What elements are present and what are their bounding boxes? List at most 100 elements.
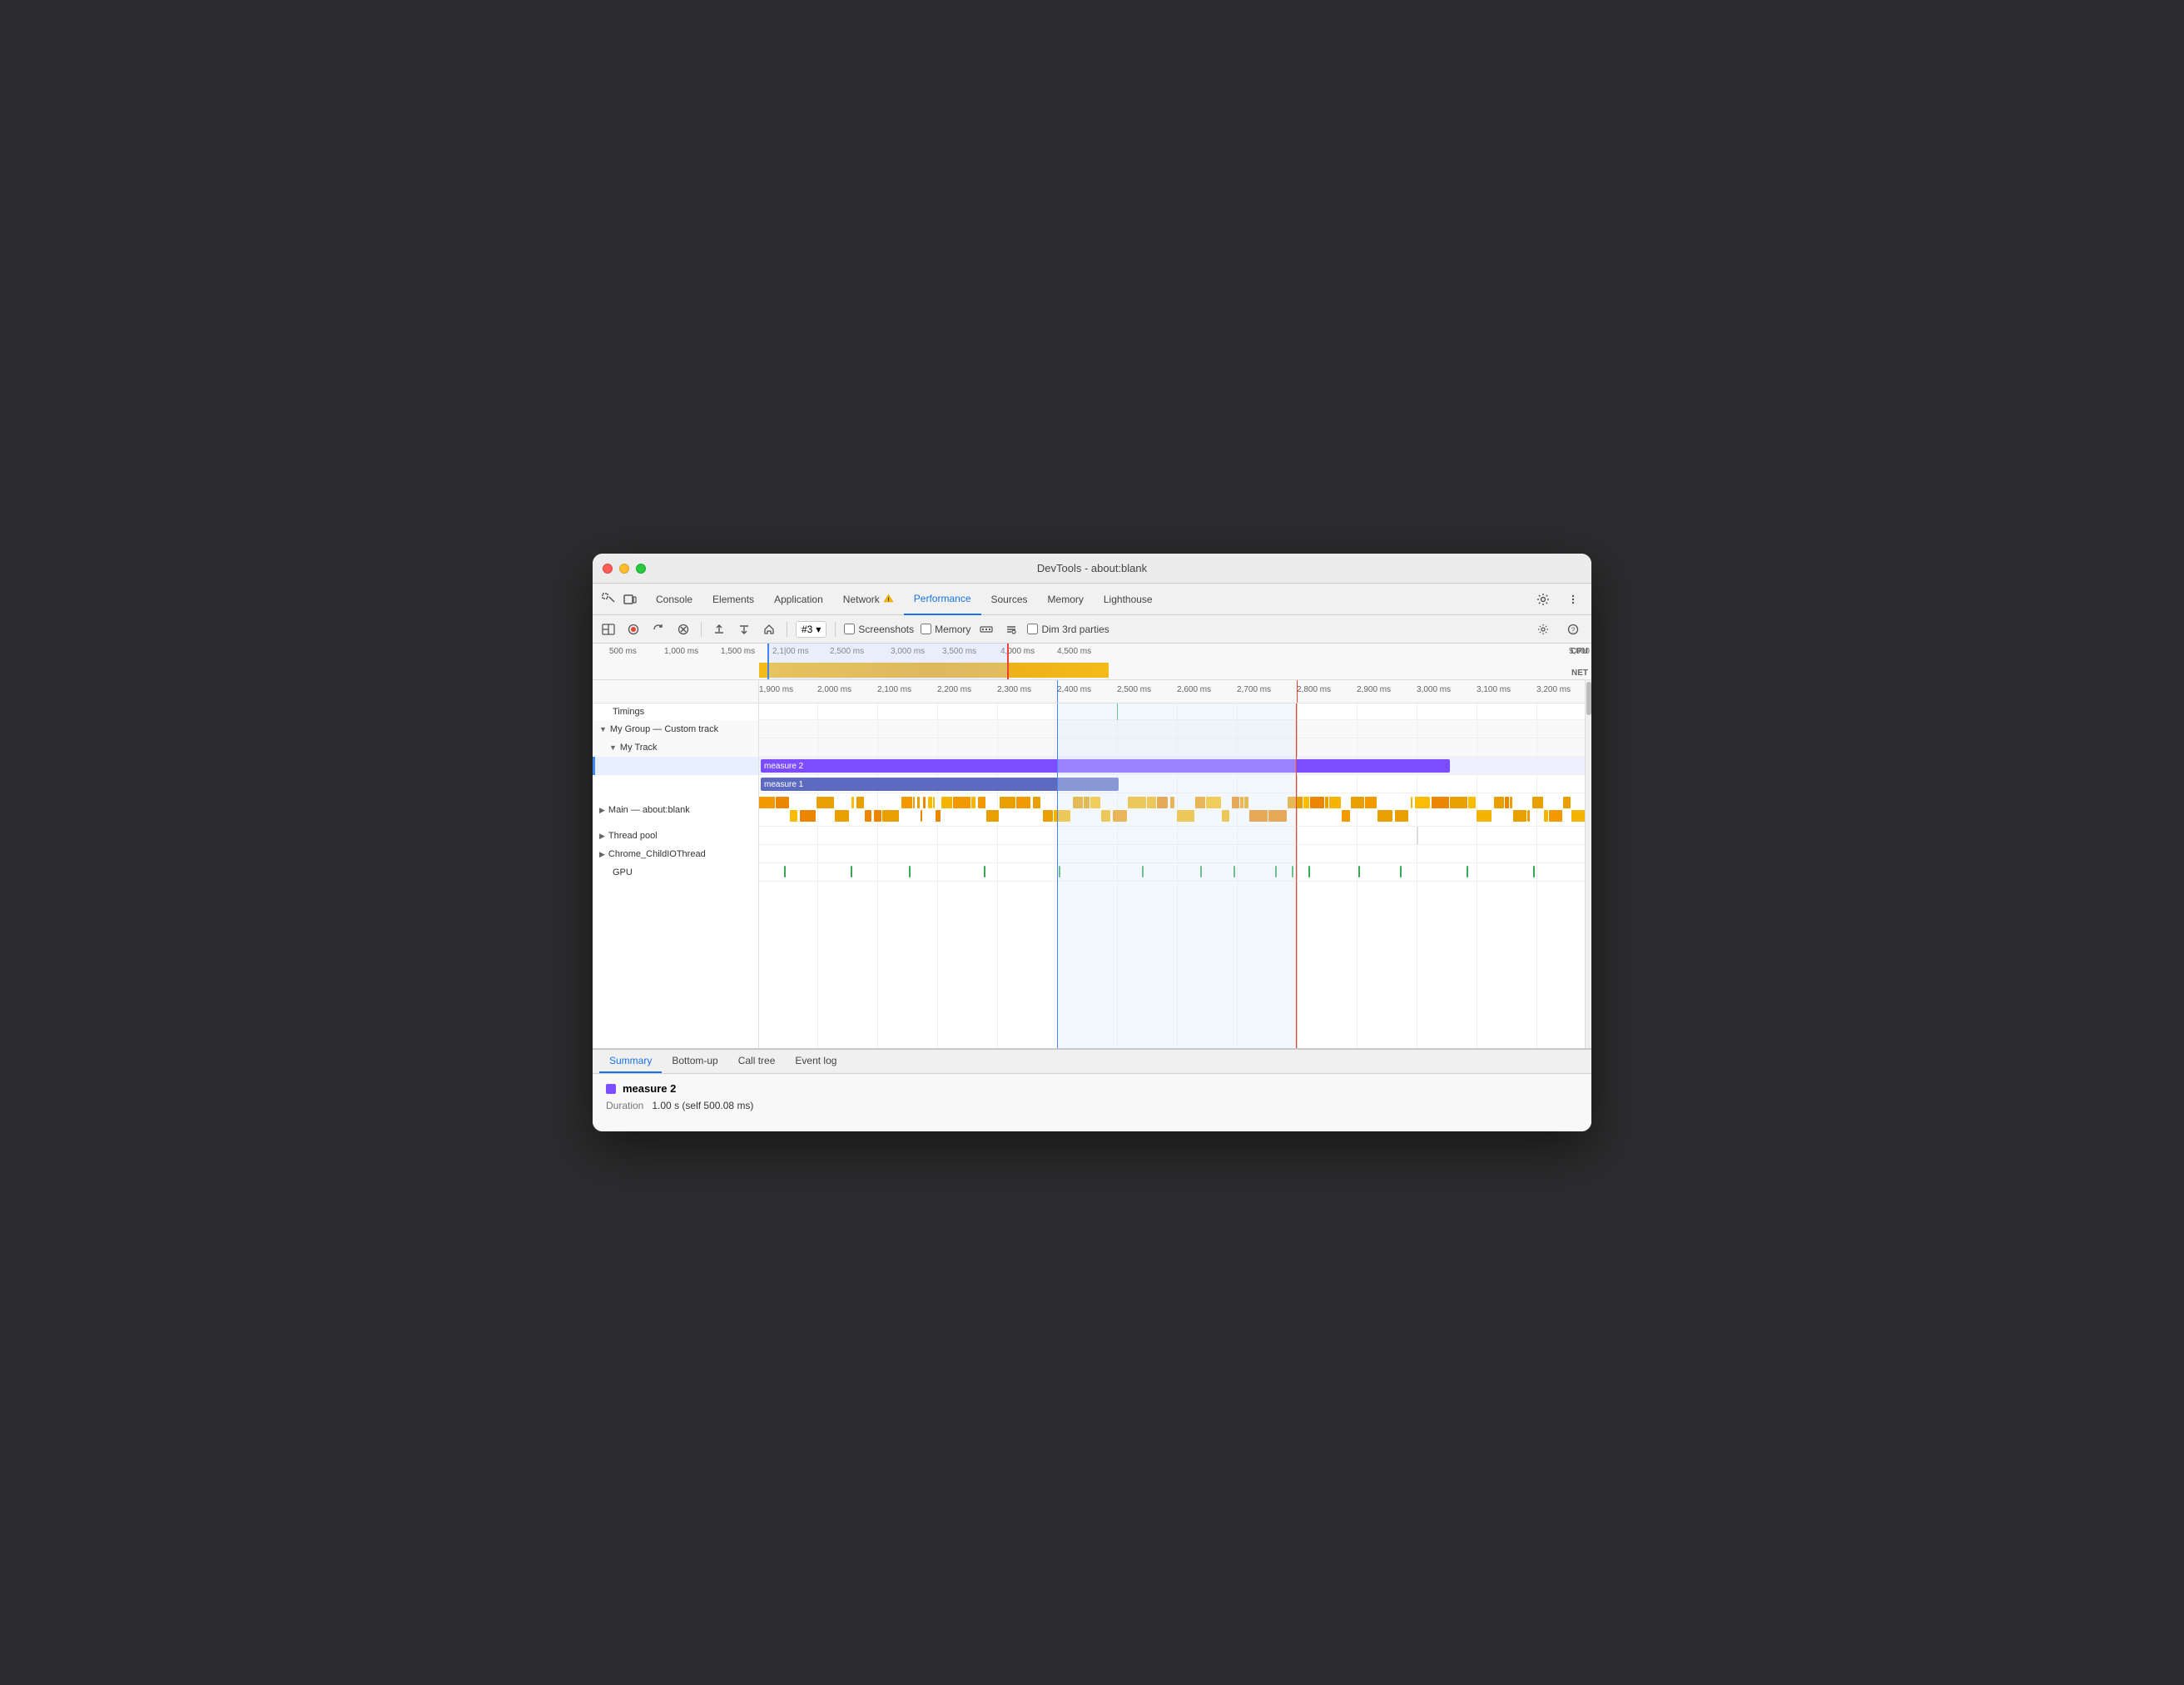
summary-item: measure 2: [606, 1082, 1578, 1095]
tab-sources[interactable]: Sources: [981, 584, 1038, 615]
cpu-label: CPU: [1571, 647, 1588, 656]
screenshots-checkbox[interactable]: [844, 624, 855, 634]
rl-2300: 2,300 ms: [997, 685, 1031, 694]
thread-pool-marker: [1417, 827, 1418, 844]
panel-toggle-icon[interactable]: [599, 620, 618, 639]
flame-bars: [759, 795, 1585, 825]
separator-adjust-icon[interactable]: [1002, 620, 1020, 639]
measure1-bar[interactable]: measure 1: [761, 778, 1119, 791]
network-warning-icon: !: [883, 594, 894, 605]
gpu-track: [759, 863, 1585, 882]
gpu-line: [1467, 866, 1468, 877]
net-label: NET: [1571, 669, 1588, 678]
vline-ruler-red: [1297, 680, 1298, 703]
device-icon[interactable]: [621, 590, 639, 609]
toolbar-separator-1: [701, 622, 702, 637]
bottomup-tab[interactable]: Bottom-up: [662, 1050, 727, 1073]
overview-ruler: 500 ms 1,000 ms 1,500 ms 2,1|00 ms 2,500…: [593, 644, 1591, 680]
tab-performance[interactable]: Performance: [904, 584, 981, 615]
minimize-button[interactable]: [619, 564, 629, 574]
tick-3500: 3,500 ms: [942, 647, 976, 656]
inspect-icon[interactable]: [599, 590, 618, 609]
close-button[interactable]: [603, 564, 613, 574]
refresh-icon[interactable]: [649, 620, 668, 639]
screenshots-checkbox-label[interactable]: Screenshots: [844, 624, 914, 635]
vertical-scrollbar[interactable]: [1585, 680, 1591, 1048]
tab-memory[interactable]: Memory: [1038, 584, 1094, 615]
tab-network[interactable]: Network !: [833, 584, 904, 615]
measure2-track[interactable]: measure 2: [759, 757, 1585, 775]
memory-checkbox[interactable]: [921, 624, 931, 634]
settings2-icon[interactable]: [1531, 618, 1555, 641]
eventlog-tab[interactable]: Event log: [785, 1050, 846, 1073]
upload-icon[interactable]: [710, 620, 728, 639]
traffic-lights: [603, 564, 646, 574]
scrollbar-thumb[interactable]: [1586, 682, 1591, 715]
recording-label: #3: [802, 624, 812, 635]
tick-2100: 2,1|00 ms: [772, 647, 809, 656]
record-icon[interactable]: [624, 620, 643, 639]
gpu-line: [1059, 866, 1060, 877]
home-icon[interactable]: [760, 620, 778, 639]
gpu-label: GPU: [593, 863, 759, 882]
main-track[interactable]: // This will be rendered via inline styl…: [759, 793, 1585, 827]
memory-checkbox-label[interactable]: Memory: [921, 624, 970, 635]
bottom-panel: Summary Bottom-up Call tree Event log me…: [593, 1048, 1591, 1131]
my-track-track: [759, 738, 1585, 757]
rl-2600: 2,600 ms: [1177, 685, 1211, 694]
measure2-row-label: [593, 757, 759, 775]
thread-pool-label[interactable]: Thread pool: [593, 827, 759, 845]
tick-500: 500 ms: [609, 647, 637, 656]
gpu-line: [1358, 866, 1360, 877]
timing-marker: [1117, 703, 1118, 720]
gpu-line: [1200, 866, 1202, 877]
window-title: DevTools - about:blank: [1037, 562, 1147, 574]
track-chevron: [609, 743, 617, 752]
timeline-area: Timings My Group — Custom track My Track: [593, 680, 1591, 1048]
main-time-ruler: 1,900 ms 2,000 ms 2,100 ms 2,200 ms 2,30…: [759, 680, 1585, 703]
gpu-line: [1533, 866, 1535, 877]
settings-icon[interactable]: [1531, 588, 1555, 611]
cpu-bar: [759, 663, 1109, 678]
gpu-line: [909, 866, 911, 877]
gpu-line: [784, 866, 786, 877]
rl-2000: 2,000 ms: [817, 685, 851, 694]
help-icon[interactable]: ?: [1561, 618, 1585, 641]
thread-pool-track: [759, 827, 1585, 845]
toolbar-separator-3: [835, 622, 836, 637]
rl-3100: 3,100 ms: [1477, 685, 1511, 694]
tab-console[interactable]: Console: [646, 584, 702, 615]
measure2-bar[interactable]: measure 2: [761, 759, 1450, 773]
download-icon[interactable]: [735, 620, 753, 639]
nav-tabs: Console Elements Application Network ! P…: [593, 584, 1591, 615]
timings-label: Timings: [593, 703, 759, 720]
measure1-track[interactable]: measure 1: [759, 775, 1585, 793]
empty-space: [759, 882, 1585, 1048]
tab-lighthouse[interactable]: Lighthouse: [1094, 584, 1163, 615]
recording-select[interactable]: #3 ▾: [796, 621, 826, 638]
tab-application[interactable]: Application: [764, 584, 833, 615]
group-chevron: [599, 725, 607, 733]
more-icon[interactable]: [1561, 588, 1585, 611]
vline-ruler-blue: [1057, 680, 1058, 703]
my-track-label[interactable]: My Track: [593, 738, 759, 757]
gpu-line: [1233, 866, 1235, 877]
tab-elements[interactable]: Elements: [702, 584, 764, 615]
chrome-io-label[interactable]: Chrome_ChildIOThread: [593, 845, 759, 863]
clear-icon[interactable]: [674, 620, 692, 639]
my-group-label[interactable]: My Group — Custom track: [593, 720, 759, 738]
tick-3000: 3,000 ms: [891, 647, 925, 656]
summary-tab[interactable]: Summary: [599, 1050, 662, 1073]
dim-3rd-checkbox-label[interactable]: Dim 3rd parties: [1027, 624, 1109, 635]
dim-3rd-checkbox[interactable]: [1027, 624, 1038, 634]
svg-text:?: ?: [1571, 626, 1576, 634]
summary-color-dot: [606, 1084, 616, 1094]
track-labels: Timings My Group — Custom track My Track: [593, 680, 759, 1048]
toolbar: #3 ▾ Screenshots Memory: [593, 615, 1591, 644]
main-label[interactable]: Main — about:blank: [593, 793, 759, 827]
maximize-button[interactable]: [636, 564, 646, 574]
memory-detail-icon[interactable]: [977, 620, 995, 639]
title-bar: DevTools - about:blank: [593, 554, 1591, 584]
calltree-tab[interactable]: Call tree: [728, 1050, 786, 1073]
bottom-tabs: Summary Bottom-up Call tree Event log: [593, 1050, 1591, 1074]
